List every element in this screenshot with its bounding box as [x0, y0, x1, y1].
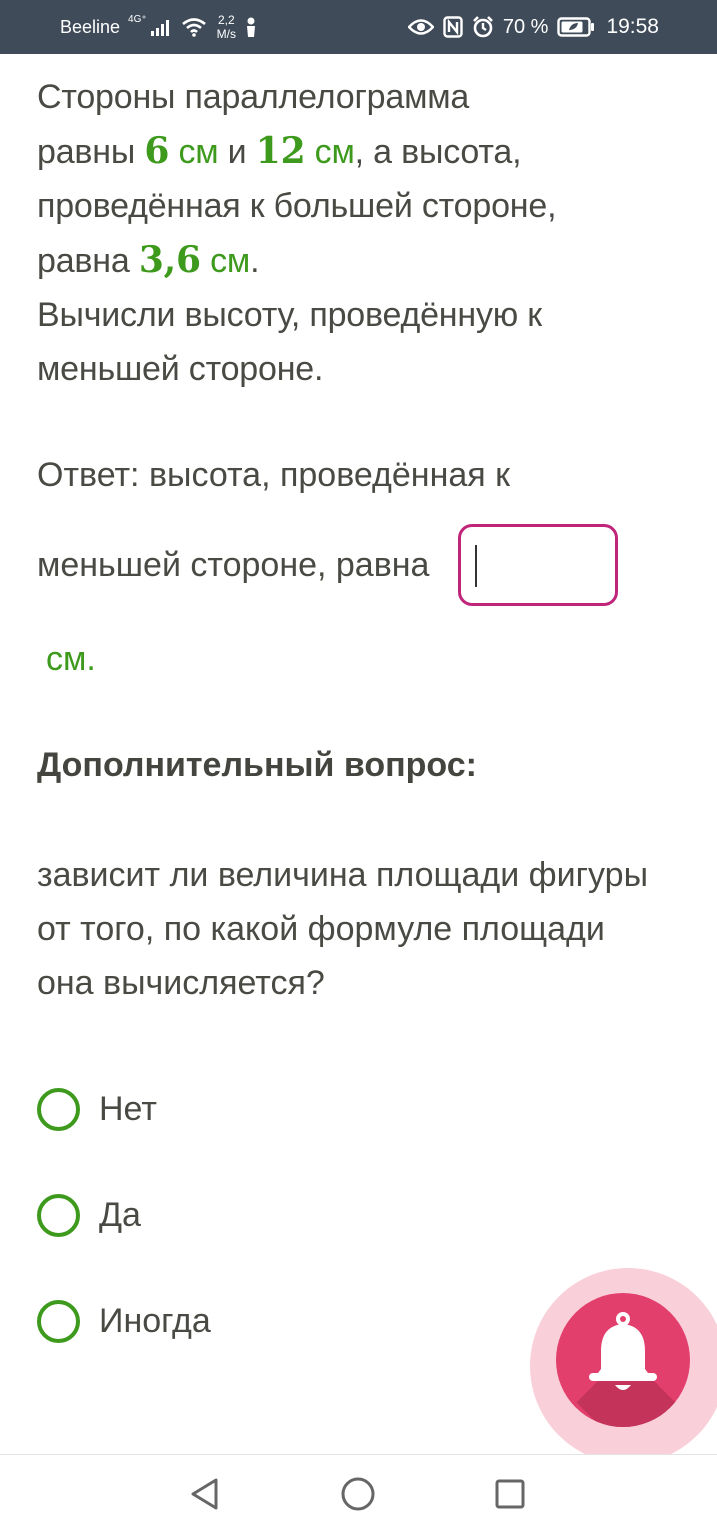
wifi-icon: [181, 17, 207, 37]
answer-input[interactable]: [458, 524, 618, 606]
radio-button[interactable]: [37, 1193, 80, 1237]
problem-line: равны 6 см и 12 см, а высота,: [37, 124, 697, 179]
network-type: 4G⁺: [128, 13, 147, 25]
problem-line: равна 3,6 см.: [37, 233, 697, 288]
radio-button[interactable]: [37, 1299, 80, 1343]
navigation-bar: [0, 1454, 717, 1536]
question-line: зависит ли величина площади фигуры: [37, 856, 649, 894]
extra-question-title: Дополнительный вопрос:: [37, 746, 477, 784]
problem-text: , а высота,: [354, 133, 522, 171]
problem-text: .: [250, 242, 260, 280]
height-value: 3,6: [138, 239, 201, 281]
option-da[interactable]: Да: [37, 1188, 141, 1242]
battery-percent: 70 %: [502, 15, 549, 38]
speed-value: 2,2: [218, 13, 235, 27]
problem-text: равна: [37, 242, 139, 280]
side2-value: 12: [255, 130, 306, 172]
network-speed: 2,2 M/s: [217, 13, 236, 41]
back-icon: [189, 1477, 221, 1516]
option-net[interactable]: Нет: [37, 1082, 157, 1136]
carrier-name: Beeline: [60, 16, 121, 37]
status-bar: Beeline 4G⁺ 2,2 M/s 70 % 19:58: [0, 0, 717, 54]
text-caret: [475, 545, 477, 587]
notification-icon: [244, 16, 258, 38]
option-label: Иногда: [99, 1301, 211, 1340]
speed-unit: M/s: [216, 27, 237, 41]
side1-value: 6: [144, 130, 170, 172]
problem-line: Вычисли высоту, проведённую к: [37, 296, 542, 334]
home-icon: [340, 1476, 376, 1517]
unit-label: см: [305, 133, 355, 171]
problem-line: Стороны параллелограмма: [37, 78, 470, 116]
answer-unit: см.: [46, 640, 96, 678]
option-label: Нет: [99, 1089, 157, 1128]
recents-icon: [494, 1478, 526, 1515]
alarm-icon: [472, 16, 494, 38]
nfc-icon: [443, 16, 463, 38]
answer-prompt-line: меньшей стороне, равна: [37, 546, 430, 584]
answer-prompt-line: Ответ: высота, проведённая к: [37, 456, 510, 494]
option-inogda[interactable]: Иногда: [37, 1294, 211, 1348]
radio-button[interactable]: [37, 1087, 80, 1131]
problem-line: меньшей стороне.: [37, 350, 324, 388]
problem-text: равны: [37, 133, 145, 171]
back-button[interactable]: [175, 1455, 235, 1536]
extra-question-text: зависит ли величина площади фигуры от то…: [37, 848, 697, 1010]
unit-label: см: [169, 133, 219, 171]
battery-icon: [557, 17, 595, 37]
home-button[interactable]: [328, 1455, 388, 1536]
problem-statement: Стороны параллелограмма равны 6 см и 12 …: [37, 70, 697, 396]
problem-text: и: [218, 133, 256, 171]
question-line: она вычисляется?: [37, 964, 325, 1002]
recents-button[interactable]: [480, 1455, 540, 1536]
notification-bell-button[interactable]: [556, 1293, 690, 1427]
question-line: от того, по какой формуле площади: [37, 910, 605, 948]
clock: 19:58: [606, 15, 659, 38]
unit-label: см: [200, 242, 251, 280]
option-label: Да: [99, 1195, 141, 1234]
signal-icon: [150, 18, 173, 36]
problem-line: проведённая к большей стороне,: [37, 187, 557, 225]
eye-icon: [407, 18, 434, 36]
